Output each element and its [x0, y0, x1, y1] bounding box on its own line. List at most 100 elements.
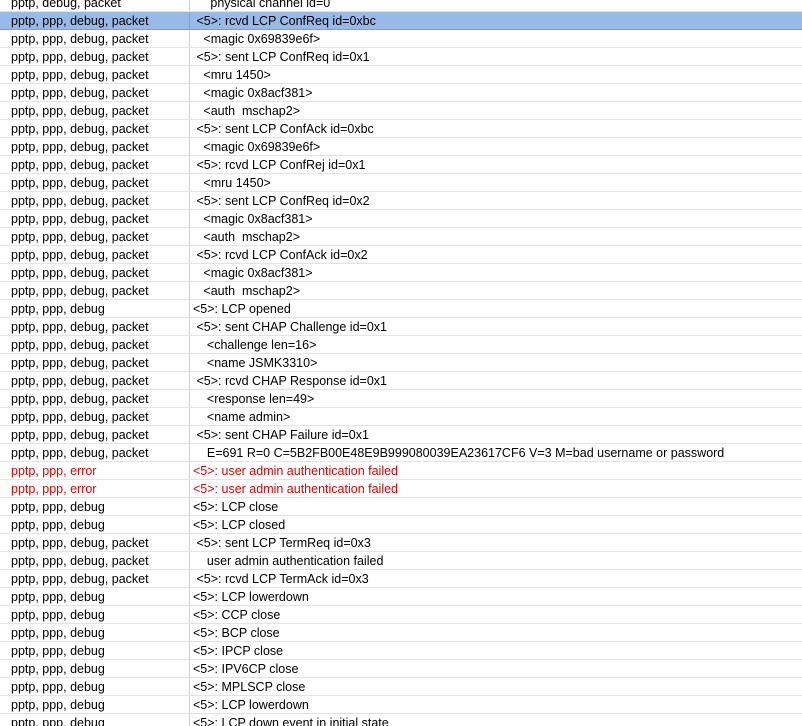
log-topics-cell: pptp, ppp, debug, packet	[0, 282, 190, 299]
log-message-cell: <5>: sent CHAP Failure id=0x1	[193, 428, 369, 442]
log-topics-cell: pptp, ppp, debug, packet	[0, 48, 190, 65]
log-topics-cell: pptp, ppp, error	[0, 462, 190, 479]
log-topics-cell: pptp, ppp, debug, packet	[0, 120, 190, 137]
log-row[interactable]: pptp, ppp, debug <5>: LCP closed	[0, 516, 802, 534]
log-message-cell: <5>: IPV6CP close	[193, 662, 299, 676]
log-message-cell: user admin authentication failed	[193, 554, 384, 568]
log-topics-cell: pptp, ppp, debug	[0, 714, 190, 726]
log-topics-cell: pptp, ppp, debug, packet	[0, 318, 190, 335]
log-row[interactable]: pptp, ppp, debug <5>: BCP close	[0, 624, 802, 642]
log-row[interactable]: pptp, ppp, debug, packet <magic 0x69839e…	[0, 30, 802, 48]
log-message-cell: physical channel id=0	[193, 0, 331, 10]
log-row[interactable]: pptp, ppp, debug, packet <5>: sent LCP C…	[0, 120, 802, 138]
log-row-selected[interactable]: pptp, ppp, debug, packet <5>: rcvd LCP C…	[0, 12, 802, 30]
log-topics-cell: pptp, ppp, debug, packet	[0, 408, 190, 425]
log-row[interactable]: pptp, ppp, debug, packet <5>: rcvd CHAP …	[0, 372, 802, 390]
log-topics-cell: pptp, ppp, debug, packet	[0, 102, 190, 119]
log-message-cell: <5>: CCP close	[193, 608, 281, 622]
log-message-cell: <response len=49>	[193, 392, 315, 406]
log-message-cell: <5>: BCP close	[193, 626, 280, 640]
log-row[interactable]: pptp, ppp, debug, packet <magic 0x69839e…	[0, 138, 802, 156]
log-topics-cell: pptp, ppp, debug	[0, 678, 190, 695]
log-row[interactable]: pptp, ppp, debug, packet <magic 0x8acf38…	[0, 210, 802, 228]
log-row[interactable]: pptp, ppp, debug <5>: LCP close	[0, 498, 802, 516]
log-row[interactable]: pptp, ppp, debug <5>: LCP lowerdown	[0, 696, 802, 714]
log-row[interactable]: pptp, ppp, debug, packet <name admin>	[0, 408, 802, 426]
log-row-error[interactable]: pptp, ppp, error <5>: user admin authenti…	[0, 480, 802, 498]
log-row[interactable]: pptp, ppp, debug, packet <5>: rcvd LCP C…	[0, 156, 802, 174]
log-message-cell: <magic 0x69839e6f>	[193, 140, 321, 154]
log-row[interactable]: pptp, ppp, debug, packet <auth mschap2>	[0, 282, 802, 300]
log-topics-cell: pptp, ppp, debug	[0, 606, 190, 623]
log-row[interactable]: pptp, ppp, debug, packet <5>: rcvd LCP T…	[0, 570, 802, 588]
log-message-cell: <5>: user admin authentication failed	[193, 464, 398, 478]
log-row[interactable]: pptp, ppp, debug, packet <5>: sent LCP C…	[0, 192, 802, 210]
log-topics-cell: pptp, ppp, debug, packet	[0, 336, 190, 353]
log-table[interactable]: pptp, debug, packet physical channel id=…	[0, 0, 802, 726]
log-topics-cell: pptp, ppp, debug, packet	[0, 156, 190, 173]
log-topics-cell: pptp, ppp, debug, packet	[0, 570, 190, 587]
log-row[interactable]: pptp, ppp, debug, packet <5>: rcvd LCP C…	[0, 246, 802, 264]
log-row[interactable]: pptp, ppp, debug <5>: LCP lowerdown	[0, 588, 802, 606]
log-row[interactable]: pptp, ppp, debug, packet <5>: sent LCP T…	[0, 534, 802, 552]
log-row[interactable]: pptp, ppp, debug <5>: LCP down event in i…	[0, 714, 802, 726]
log-row[interactable]: pptp, debug, packet physical channel id=…	[0, 0, 802, 12]
log-row[interactable]: pptp, ppp, debug <5>: LCP opened	[0, 300, 802, 318]
log-topics-cell: pptp, ppp, debug, packet	[0, 30, 190, 47]
log-message-cell: <magic 0x8acf381>	[193, 212, 313, 226]
log-row[interactable]: pptp, ppp, debug <5>: IPV6CP close	[0, 660, 802, 678]
log-row[interactable]: pptp, ppp, debug, packet <magic 0x8acf38…	[0, 84, 802, 102]
log-topics-cell: pptp, debug, packet	[0, 0, 190, 11]
log-message-cell: <5>: sent LCP ConfReq id=0x1	[193, 50, 370, 64]
log-topics-cell: pptp, ppp, debug, packet	[0, 426, 190, 443]
log-row[interactable]: pptp, ppp, debug <5>: MPLSCP close	[0, 678, 802, 696]
log-message-cell: <5>: rcvd LCP ConfRej id=0x1	[193, 158, 366, 172]
log-topics-cell: pptp, ppp, debug, packet	[0, 534, 190, 551]
log-message-cell: <5>: MPLSCP close	[193, 680, 306, 694]
log-topics-cell: pptp, ppp, debug, packet	[0, 228, 190, 245]
log-topics-cell: pptp, ppp, debug, packet	[0, 246, 190, 263]
log-topics-cell: pptp, ppp, debug, packet	[0, 84, 190, 101]
log-topics-cell: pptp, ppp, debug, packet	[0, 174, 190, 191]
log-message-cell: <mru 1450>	[193, 176, 271, 190]
log-message-cell: <magic 0x69839e6f>	[193, 32, 321, 46]
log-row[interactable]: pptp, ppp, debug <5>: CCP close	[0, 606, 802, 624]
log-row[interactable]: pptp, ppp, debug, packet <response len=4…	[0, 390, 802, 408]
log-row[interactable]: pptp, ppp, debug, packet <mru 1450>	[0, 174, 802, 192]
log-message-cell: <challenge len=16>	[193, 338, 317, 352]
log-topics-cell: pptp, ppp, debug	[0, 624, 190, 641]
log-topics-cell: pptp, ppp, debug	[0, 300, 190, 317]
log-row[interactable]: pptp, ppp, debug, packet <auth mschap2>	[0, 228, 802, 246]
log-topics-cell: pptp, ppp, debug, packet	[0, 390, 190, 407]
log-topics-cell: pptp, ppp, debug	[0, 498, 190, 515]
log-message-cell: <auth mschap2>	[193, 230, 301, 244]
log-row[interactable]: pptp, ppp, debug, packet <name JSMK3310>	[0, 354, 802, 372]
log-message-cell: <auth mschap2>	[193, 284, 301, 298]
log-message-cell: <mru 1450>	[193, 68, 271, 82]
log-row[interactable]: pptp, ppp, debug, packet <mru 1450>	[0, 66, 802, 84]
log-row[interactable]: pptp, ppp, debug, packet <challenge len=…	[0, 336, 802, 354]
log-message-cell: <5>: rcvd LCP TermAck id=0x3	[193, 572, 369, 586]
log-row[interactable]: pptp, ppp, debug, packet user admin auth…	[0, 552, 802, 570]
log-topics-cell: pptp, ppp, debug, packet	[0, 354, 190, 371]
log-row[interactable]: pptp, ppp, debug, packet <magic 0x8acf38…	[0, 264, 802, 282]
log-message-cell: <5>: LCP lowerdown	[193, 698, 309, 712]
log-row[interactable]: pptp, ppp, debug, packet <5>: sent CHAP …	[0, 318, 802, 336]
log-message-cell: <5>: sent LCP ConfAck id=0xbc	[193, 122, 374, 136]
log-row[interactable]: pptp, ppp, debug, packet E=691 R=0 C=5B2…	[0, 444, 802, 462]
log-row[interactable]: pptp, ppp, debug <5>: IPCP close	[0, 642, 802, 660]
log-row[interactable]: pptp, ppp, debug, packet <5>: sent CHAP …	[0, 426, 802, 444]
log-message-cell: <name JSMK3310>	[193, 356, 318, 370]
log-row[interactable]: pptp, ppp, debug, packet <auth mschap2>	[0, 102, 802, 120]
log-topics-cell: pptp, ppp, debug, packet	[0, 372, 190, 389]
log-topics-cell: pptp, ppp, debug, packet	[0, 192, 190, 209]
log-topics-cell: pptp, ppp, debug	[0, 516, 190, 533]
log-row[interactable]: pptp, ppp, debug, packet <5>: sent LCP C…	[0, 48, 802, 66]
log-message-cell: <5>: user admin authentication failed	[193, 482, 398, 496]
log-topics-cell: pptp, ppp, debug	[0, 696, 190, 713]
log-row-error[interactable]: pptp, ppp, error <5>: user admin authenti…	[0, 462, 802, 480]
log-message-cell: <5>: IPCP close	[193, 644, 284, 658]
log-message-cell: <name admin>	[193, 410, 291, 424]
log-topics-cell: pptp, ppp, debug, packet	[0, 12, 190, 29]
log-message-cell: <5>: LCP opened	[193, 302, 291, 316]
